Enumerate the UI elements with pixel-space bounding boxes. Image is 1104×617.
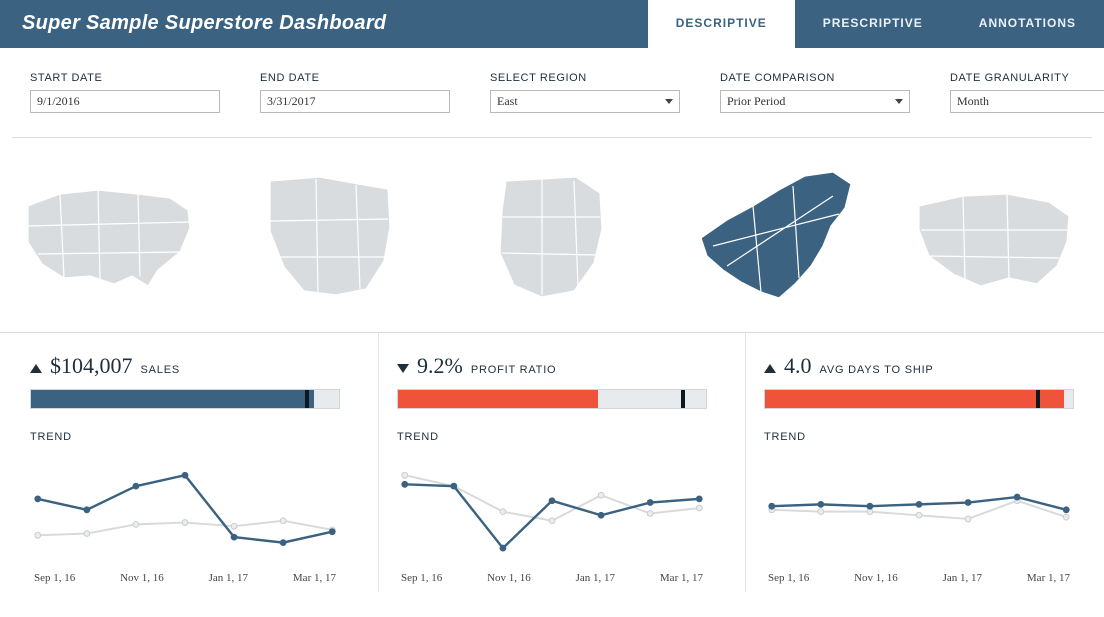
bullet-profit-marker: [681, 390, 685, 408]
region-value: East: [497, 94, 518, 109]
bullet-ship-fill: [765, 390, 1064, 408]
central-map-icon: [482, 171, 622, 301]
date-comparison-value: Prior Period: [727, 94, 785, 109]
axis-tick: Sep 1, 16: [34, 572, 75, 584]
region-west[interactable]: [231, 171, 432, 301]
kpi-card-sales: $104,007 SALES TREND Sep 1, 16 Nov 1, 16…: [12, 333, 358, 592]
kpi-head-ship: 4.0 AVG DAYS TO SHIP: [764, 353, 1074, 379]
trend-axis-profit: Sep 1, 16 Nov 1, 16 Jan 1, 17 Mar 1, 17: [397, 572, 707, 584]
tab-descriptive[interactable]: DESCRIPTIVE: [648, 0, 795, 48]
axis-tick: Mar 1, 17: [660, 572, 703, 584]
kpi-head-profit: 9.2% PROFIT RATIO: [397, 353, 707, 379]
axis-tick: Jan 1, 17: [209, 572, 248, 584]
kpi-sales-label: SALES: [141, 364, 180, 376]
chevron-down-icon: [895, 99, 903, 104]
region-select[interactable]: East: [490, 90, 680, 113]
kpi-ship-label: AVG DAYS TO SHIP: [820, 364, 934, 376]
axis-tick: Nov 1, 16: [854, 572, 898, 584]
filter-date-granularity: DATE GRANULARITY Month: [950, 72, 1104, 113]
trend-label: TREND: [764, 431, 1074, 443]
kpi-sales-value: $104,007: [50, 353, 133, 379]
date-granularity-select[interactable]: Month: [950, 90, 1104, 113]
kpi-card-ship-days: 4.0 AVG DAYS TO SHIP TREND Sep 1, 16 Nov…: [745, 333, 1092, 592]
axis-tick: Sep 1, 16: [401, 572, 442, 584]
region-central[interactable]: [452, 171, 653, 301]
date-granularity-label: DATE GRANULARITY: [950, 72, 1104, 84]
kpi-head-sales: $104,007 SALES: [30, 353, 340, 379]
filter-start-date: START DATE 9/1/2016: [30, 72, 220, 113]
chevron-down-icon: [665, 99, 673, 104]
kpi-ship-value: 4.0: [784, 353, 812, 379]
axis-tick: Mar 1, 17: [1027, 572, 1070, 584]
start-date-input[interactable]: 9/1/2016: [30, 90, 220, 113]
date-comparison-select[interactable]: Prior Period: [720, 90, 910, 113]
region-east[interactable]: [672, 166, 873, 306]
trend-axis-ship: Sep 1, 16 Nov 1, 16 Jan 1, 17 Mar 1, 17: [764, 572, 1074, 584]
up-triangle-icon: [30, 364, 42, 373]
bullet-sales: [30, 389, 340, 409]
kpi-cards: $104,007 SALES TREND Sep 1, 16 Nov 1, 16…: [0, 332, 1104, 592]
end-date-value: 3/31/2017: [267, 94, 316, 109]
region-maps: [0, 138, 1104, 332]
kpi-profit-label: PROFIT RATIO: [471, 364, 557, 376]
dashboard-title: Super Sample Superstore Dashboard: [0, 0, 648, 48]
region-label: SELECT REGION: [490, 72, 680, 84]
kpi-profit-value: 9.2%: [417, 353, 463, 379]
filters-row: START DATE 9/1/2016 END DATE 3/31/2017 S…: [0, 48, 1104, 131]
bullet-ship-marker: [1036, 390, 1040, 408]
axis-tick: Mar 1, 17: [293, 572, 336, 584]
trend-label: TREND: [30, 431, 340, 443]
start-date-label: START DATE: [30, 72, 220, 84]
date-comparison-label: DATE COMPARISON: [720, 72, 910, 84]
trend-axis-sales: Sep 1, 16 Nov 1, 16 Jan 1, 17 Mar 1, 17: [30, 572, 340, 584]
south-map-icon: [909, 176, 1079, 296]
region-us[interactable]: [10, 176, 211, 296]
tabs: DESCRIPTIVE PRESCRIPTIVE ANNOTATIONS: [648, 0, 1104, 48]
bullet-ship: [764, 389, 1074, 409]
bullet-profit: [397, 389, 707, 409]
axis-tick: Nov 1, 16: [487, 572, 531, 584]
trend-chart-ship: [764, 453, 1074, 563]
end-date-label: END DATE: [260, 72, 450, 84]
start-date-value: 9/1/2016: [37, 94, 80, 109]
up-triangle-icon: [764, 364, 776, 373]
filter-end-date: END DATE 3/31/2017: [260, 72, 450, 113]
west-map-icon: [256, 171, 406, 301]
bullet-sales-marker: [305, 390, 309, 408]
axis-tick: Jan 1, 17: [943, 572, 982, 584]
filter-region: SELECT REGION East: [490, 72, 680, 113]
tab-prescriptive[interactable]: PRESCRIPTIVE: [795, 0, 951, 48]
bullet-profit-fill: [398, 390, 598, 408]
trend-label: TREND: [397, 431, 707, 443]
tab-annotations[interactable]: ANNOTATIONS: [951, 0, 1104, 48]
us-map-icon: [20, 176, 200, 296]
trend-chart-profit: [397, 453, 707, 563]
axis-tick: Nov 1, 16: [120, 572, 164, 584]
down-triangle-icon: [397, 364, 409, 373]
axis-tick: Jan 1, 17: [576, 572, 615, 584]
kpi-card-profit-ratio: 9.2% PROFIT RATIO TREND Sep 1, 16 Nov 1,…: [378, 333, 725, 592]
bullet-sales-fill: [31, 390, 314, 408]
axis-tick: Sep 1, 16: [768, 572, 809, 584]
end-date-input[interactable]: 3/31/2017: [260, 90, 450, 113]
header-bar: Super Sample Superstore Dashboard DESCRI…: [0, 0, 1104, 48]
east-map-icon: [683, 166, 863, 306]
region-south[interactable]: [893, 176, 1094, 296]
date-granularity-value: Month: [957, 94, 989, 109]
filter-date-comparison: DATE COMPARISON Prior Period: [720, 72, 910, 113]
trend-chart-sales: [30, 453, 340, 563]
